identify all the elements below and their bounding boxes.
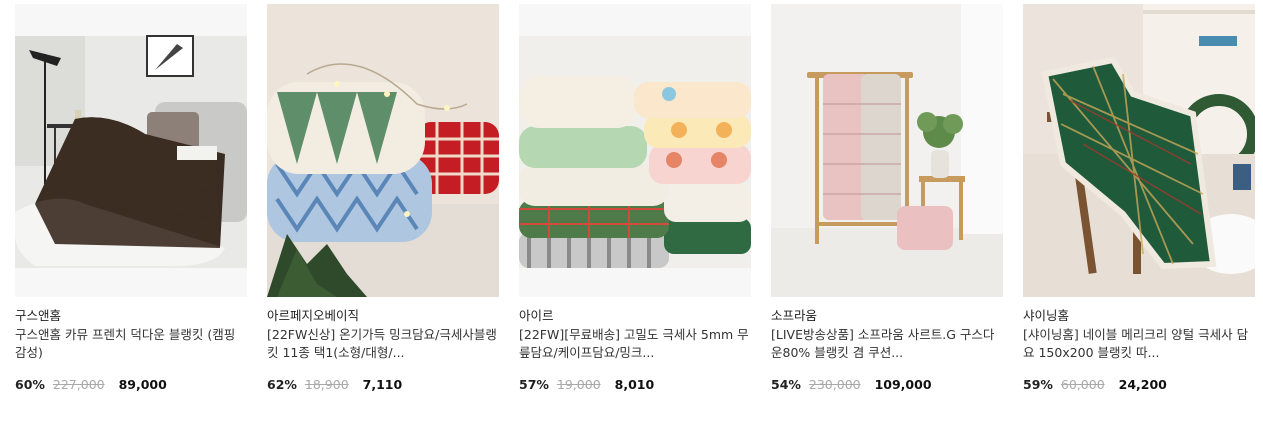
product-price: 62% 18,900 7,110	[267, 377, 499, 393]
sale-price: 8,010	[614, 377, 655, 392]
product-price: 57% 19,000 8,010	[519, 377, 751, 393]
sale-price: 24,200	[1118, 377, 1167, 392]
discount-rate: 54%	[771, 377, 801, 392]
product-image[interactable]	[267, 4, 499, 297]
product-title[interactable]: [22FW][무료배송] 고밀도 극세사 5mm 무릎담요/케이프담요/밍크..…	[519, 326, 751, 362]
product-grid: 구스앤홈 구스앤홈 카뮤 프렌치 덕다운 블랭킷 (캠핑 감성) 60% 227…	[0, 0, 1263, 434]
mink-blanket-stack-image	[267, 4, 499, 297]
product-title[interactable]: [LIVE방송상품] 소프라움 사르트.G 구스다운80% 블랭킷 겸 쿠션..…	[771, 326, 1003, 362]
product-brand[interactable]: 소프라움	[771, 308, 1003, 324]
product-brand[interactable]: 아르페지오베이직	[267, 308, 499, 324]
product-title[interactable]: 구스앤홈 카뮤 프렌치 덕다운 블랭킷 (캠핑 감성)	[15, 326, 247, 362]
product-card[interactable]: 샤이닝홈 [샤이닝홈] 네이블 메리크리 양털 극세사 담요 150x200 블…	[1023, 4, 1255, 424]
sale-price: 7,110	[362, 377, 403, 392]
product-price: 60% 227,000 89,000	[15, 377, 247, 393]
original-price: 60,000	[1060, 377, 1105, 392]
down-blanket-sofa-image	[15, 4, 247, 297]
sale-price: 89,000	[118, 377, 167, 392]
product-brand[interactable]: 구스앤홈	[15, 308, 247, 324]
sale-price: 109,000	[874, 377, 932, 392]
product-card[interactable]: 구스앤홈 구스앤홈 카뮤 프렌치 덕다운 블랭킷 (캠핑 감성) 60% 227…	[15, 4, 247, 424]
product-image[interactable]	[519, 4, 751, 297]
product-price: 59% 60,000 24,200	[1023, 377, 1255, 393]
discount-rate: 62%	[267, 377, 297, 392]
product-title[interactable]: [샤이닝홈] 네이블 메리크리 양털 극세사 담요 150x200 블랭킷 따.…	[1023, 326, 1255, 362]
folded-blankets-image	[519, 4, 751, 297]
product-image[interactable]	[771, 4, 1003, 297]
original-price: 227,000	[52, 377, 105, 392]
product-image[interactable]	[1023, 4, 1255, 297]
product-brand[interactable]: 샤이닝홈	[1023, 308, 1255, 324]
discount-rate: 60%	[15, 377, 45, 392]
discount-rate: 57%	[519, 377, 549, 392]
product-image[interactable]	[15, 4, 247, 297]
product-brand[interactable]: 아이르	[519, 308, 751, 324]
product-title[interactable]: [22FW신상] 온기가득 밍크담요/극세사블랭킷 11종 택1(소형/대형/.…	[267, 326, 499, 362]
product-card[interactable]: 아르페지오베이직 [22FW신상] 온기가득 밍크담요/극세사블랭킷 11종 택…	[267, 4, 499, 424]
discount-rate: 59%	[1023, 377, 1053, 392]
goose-down-blanket-rack-image	[771, 4, 1003, 297]
original-price: 19,000	[556, 377, 601, 392]
original-price: 18,900	[304, 377, 349, 392]
original-price: 230,000	[808, 377, 861, 392]
product-card[interactable]: 소프라움 [LIVE방송상품] 소프라움 사르트.G 구스다운80% 블랭킷 겸…	[771, 4, 1003, 424]
product-price: 54% 230,000 109,000	[771, 377, 1003, 393]
sherpa-plaid-blanket-chair-image	[1023, 4, 1255, 297]
product-card[interactable]: 아이르 [22FW][무료배송] 고밀도 극세사 5mm 무릎담요/케이프담요/…	[519, 4, 751, 424]
